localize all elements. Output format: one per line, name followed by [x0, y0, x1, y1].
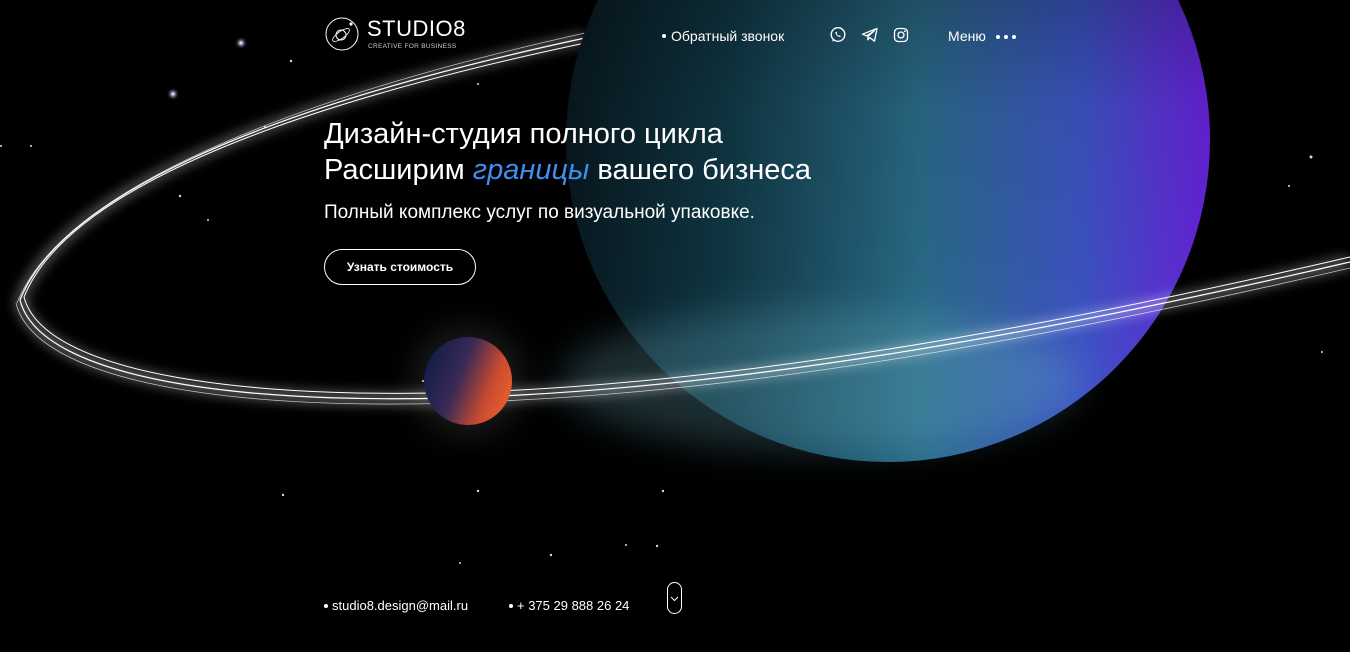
logo-name: STUDIO8	[367, 16, 466, 41]
phone-link[interactable]: + 375 29 888 26 24	[509, 598, 629, 614]
hero-title-accent: границы	[472, 154, 590, 186]
space-background	[0, 0, 1350, 564]
logo-tagline: CREATIVE FOR BUSINESS	[368, 43, 457, 50]
logo-orbit-icon	[325, 17, 359, 51]
hero-title-line1: Дизайн-студия полного цикла	[324, 118, 723, 150]
get-price-button[interactable]: Узнать стоимость	[324, 249, 476, 285]
callback-link[interactable]: Обратный звонок	[662, 27, 784, 45]
menu-label: Меню	[948, 28, 986, 44]
instagram-icon[interactable]	[892, 26, 910, 44]
more-dots-icon	[995, 25, 1020, 43]
scroll-down-button[interactable]	[667, 582, 682, 614]
phone-text: + 375 29 888 26 24	[517, 598, 630, 613]
chevron-down-icon	[670, 596, 679, 602]
bullet-dot	[509, 603, 513, 608]
email-text: studio8.design@mail.ru	[332, 598, 469, 613]
small-planet	[424, 337, 512, 425]
menu-button[interactable]: Меню	[948, 27, 1020, 45]
whatsapp-icon[interactable]	[829, 26, 847, 44]
hero-title-line2-after: вашего бизнеса	[589, 154, 812, 186]
telegram-icon[interactable]	[861, 26, 879, 44]
bullet-dot	[662, 34, 666, 39]
hero-title-line2: Расширим границы вашего бизнеса	[324, 152, 811, 188]
hero-title: Дизайн-студия полного цикла Расширим гра…	[324, 116, 811, 188]
hero-subtitle: Полный комплекс услуг по визуальной упак…	[324, 202, 755, 223]
hero-title-line2-before: Расширим	[324, 154, 473, 186]
bullet-dot	[324, 603, 328, 608]
hero-page: STUDIO8 CREATIVE FOR BUSINESS Обратный з…	[0, 0, 1350, 652]
logo[interactable]: STUDIO8 CREATIVE FOR BUSINESS	[324, 14, 474, 54]
email-link[interactable]: studio8.design@mail.ru	[324, 598, 468, 614]
callback-label: Обратный звонок	[671, 28, 785, 44]
